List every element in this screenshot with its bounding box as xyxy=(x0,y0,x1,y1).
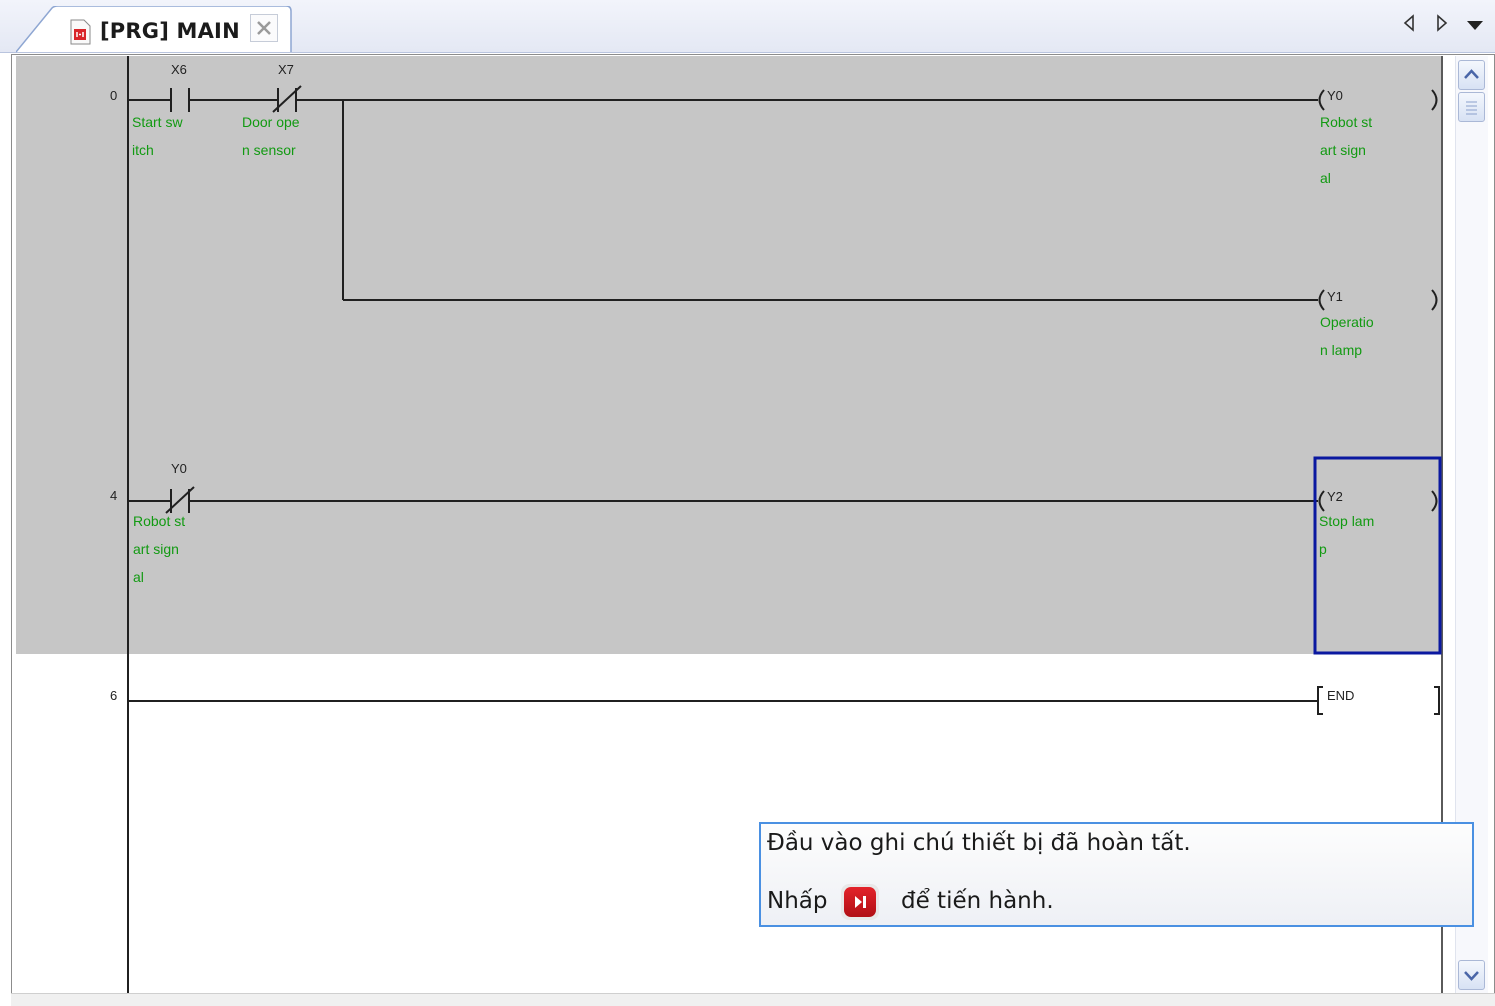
device-comment: Start sw xyxy=(132,114,183,130)
guidance-tooltip: Đầu vào ghi chú thiết bị đã hoàn tất. Nh… xyxy=(759,822,1474,927)
bottom-edge xyxy=(11,993,1495,1006)
scroll-down-button[interactable] xyxy=(1458,960,1485,990)
device-comment: Operatio xyxy=(1320,314,1374,330)
device-comment: art sign xyxy=(1320,142,1366,158)
tooltip-message: Đầu vào ghi chú thiết bị đã hoàn tất. xyxy=(767,830,1191,856)
scroll-down-icon xyxy=(1464,971,1479,981)
device-comment: Stop lam xyxy=(1319,513,1374,529)
contact-x6[interactable] xyxy=(170,88,190,112)
thumb-grip-icon xyxy=(1466,101,1477,115)
device-comment: n lamp xyxy=(1320,342,1362,358)
device-comment: al xyxy=(133,569,144,585)
play-step-icon xyxy=(855,896,866,908)
device-comment: p xyxy=(1319,541,1327,557)
device-comment: n sensor xyxy=(242,142,296,158)
device-comment: itch xyxy=(132,142,154,158)
device-comment: Robot st xyxy=(1320,114,1372,130)
step-number: 0 xyxy=(110,88,117,103)
proceed-button[interactable] xyxy=(841,884,879,920)
scroll-thumb[interactable] xyxy=(1458,92,1485,122)
device-label: X6 xyxy=(171,62,187,77)
contact-y0[interactable] xyxy=(165,486,195,514)
device-label: Y0 xyxy=(171,461,187,476)
device-label: Y1 xyxy=(1327,289,1343,304)
contact-x7[interactable] xyxy=(272,85,302,113)
device-comment: Robot st xyxy=(133,513,185,529)
scroll-up-button[interactable] xyxy=(1458,60,1485,90)
scroll-up-icon xyxy=(1464,69,1479,79)
device-comment: Door ope xyxy=(242,114,300,130)
step-number: 4 xyxy=(110,488,117,503)
device-label: Y0 xyxy=(1327,88,1343,103)
tooltip-click-label: Nhấp xyxy=(767,888,828,914)
device-label: X7 xyxy=(278,62,294,77)
instruction-label: END xyxy=(1327,688,1354,703)
device-label: Y2 xyxy=(1327,489,1343,504)
device-comment: al xyxy=(1320,170,1331,186)
step-number: 6 xyxy=(110,688,117,703)
selection-cursor xyxy=(1313,456,1442,655)
tooltip-proceed-label: để tiến hành. xyxy=(901,888,1054,914)
device-comment: art sign xyxy=(133,541,179,557)
